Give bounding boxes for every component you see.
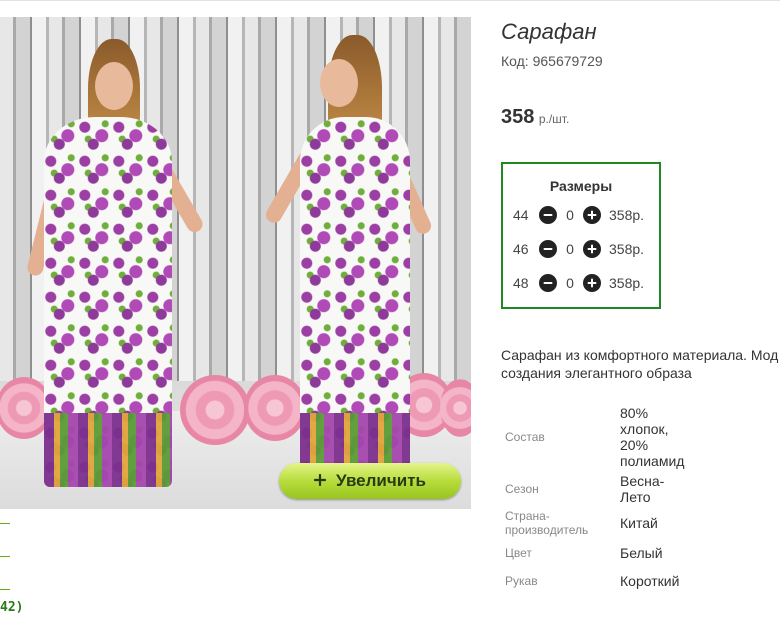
size-row-44: 44 0 358р. — [513, 205, 644, 225]
price-unit: р./шт. — [538, 112, 570, 126]
plus-icon — [313, 471, 327, 491]
zoom-button[interactable]: Увеличить — [279, 463, 461, 499]
minus-icon — [543, 214, 553, 216]
attr-country-value: Китай — [620, 515, 658, 531]
size-row-46: 46 0 358р. — [513, 239, 644, 259]
size-quantity: 0 — [566, 241, 574, 257]
decrease-qty-button[interactable] — [539, 206, 557, 224]
photo-rose — [244, 375, 306, 441]
increase-qty-button[interactable] — [583, 206, 601, 224]
attr-composition-label: Состав — [505, 430, 545, 444]
attr-sleeve-label: Рукав — [505, 574, 538, 588]
top-divider — [0, 0, 780, 1]
description-line: создания элегантного образа — [501, 365, 692, 381]
size-quantity: 0 — [566, 275, 574, 291]
left-link-underline[interactable] — [0, 589, 10, 590]
size-label: 48 — [513, 275, 529, 291]
decrease-qty-button[interactable] — [539, 274, 557, 292]
size-price: 358р. — [609, 241, 645, 257]
increase-qty-button[interactable] — [583, 240, 601, 258]
size-price: 358р. — [609, 275, 645, 291]
decrease-qty-button[interactable] — [539, 240, 557, 258]
left-link-underline[interactable] — [0, 523, 10, 524]
product-title: Сарафан — [501, 19, 597, 44]
attr-season-label: Сезон — [505, 482, 539, 496]
minus-icon — [543, 248, 553, 250]
size-label: 44 — [513, 207, 529, 223]
attr-country-label: Страна- производитель — [505, 509, 589, 537]
left-link-underline[interactable] — [0, 556, 10, 557]
size-label: 46 — [513, 241, 529, 257]
increase-qty-button[interactable] — [583, 274, 601, 292]
size-price: 358р. — [609, 207, 645, 223]
description-line: Сарафан из комфортного материала. Мод — [501, 347, 779, 363]
product-description: Сарафан из комфортного материала. Мод со… — [501, 346, 780, 382]
zoom-button-label: Увеличить — [336, 471, 426, 490]
product-photo[interactable] — [0, 17, 471, 509]
product-price: 358 р./шт. — [501, 106, 569, 129]
size-row-48: 48 0 358р. — [513, 273, 644, 293]
attr-composition-value: 80% хлопок, 20% полиамид — [620, 405, 685, 469]
product-code: Код: 965679729 — [501, 53, 603, 69]
sizes-title: Размеры — [549, 178, 613, 194]
attr-color-label: Цвет — [505, 546, 532, 560]
size-quantity: 0 — [566, 207, 574, 223]
left-item-count: 42) — [0, 600, 24, 615]
attr-color-value: Белый — [620, 545, 663, 561]
photo-rose — [180, 375, 250, 445]
minus-icon — [543, 282, 553, 284]
attr-season-value: Весна- Лето — [620, 473, 665, 505]
plus-icon — [587, 210, 597, 220]
plus-icon — [587, 244, 597, 254]
sizes-panel: Размеры 44 0 358р. 46 0 358р. 48 0 358р. — [501, 162, 661, 309]
attr-sleeve-value: Короткий — [620, 573, 680, 589]
price-value: 358 — [501, 106, 535, 128]
plus-icon — [587, 278, 597, 288]
